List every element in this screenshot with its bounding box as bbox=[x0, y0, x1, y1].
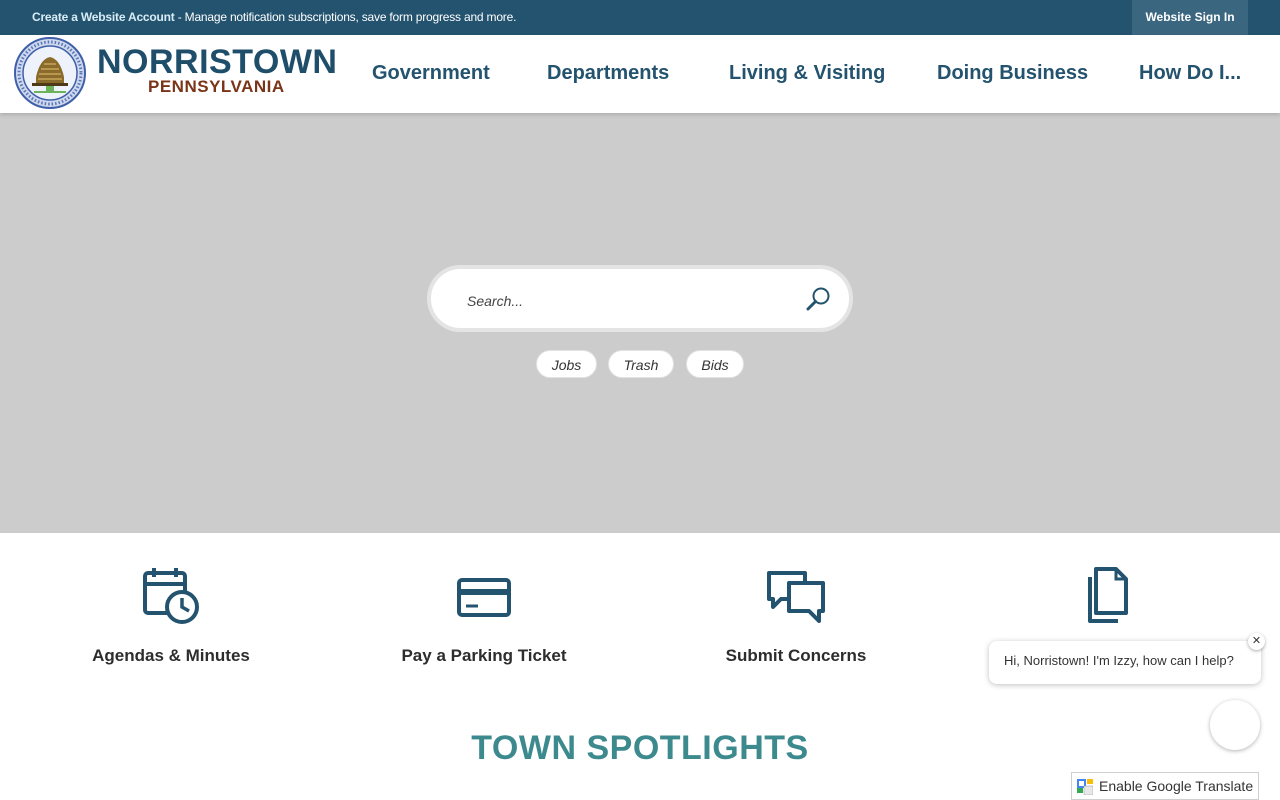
nav-living-visiting[interactable]: Living & Visiting bbox=[729, 35, 885, 111]
top-utility-bar: Create a Website Account - Manage notifi… bbox=[0, 0, 1280, 35]
chip-trash[interactable]: Trash bbox=[608, 350, 674, 378]
brand-subtitle: PENNSYLVANIA bbox=[148, 77, 285, 96]
quicklink-label: Pay a Parking Ticket bbox=[401, 646, 567, 665]
google-translate-icon bbox=[1077, 779, 1093, 795]
chat-greeting-bubble[interactable]: Hi, Norristown! I'm Izzy, how can I help… bbox=[989, 641, 1261, 684]
quicklink-label: Agendas & Minutes bbox=[92, 646, 250, 665]
documents-icon bbox=[1088, 567, 1128, 623]
google-translate-button[interactable]: Enable Google Translate bbox=[1071, 772, 1259, 800]
chip-jobs[interactable]: Jobs bbox=[536, 350, 597, 378]
chat-launcher-button[interactable] bbox=[1210, 700, 1260, 750]
create-account-description: - Manage notification subscriptions, sav… bbox=[174, 10, 517, 24]
create-account-link[interactable]: Create a Website Account bbox=[32, 10, 175, 24]
website-sign-in-button[interactable]: Website Sign In bbox=[1132, 0, 1248, 35]
municipal-seal-icon[interactable] bbox=[14, 37, 86, 109]
town-spotlights-heading: TOWN SPOTLIGHTS bbox=[471, 729, 809, 767]
translate-label: Enable Google Translate bbox=[1099, 778, 1254, 794]
hero-banner: Jobs Trash Bids bbox=[0, 113, 1280, 533]
chip-bids[interactable]: Bids bbox=[686, 350, 744, 378]
create-account-notice: Create a Website Account - Manage notifi… bbox=[32, 0, 516, 35]
quicklink-label: Submit Concerns bbox=[725, 646, 867, 665]
nav-departments[interactable]: Departments bbox=[547, 35, 669, 111]
calendar-clock-icon bbox=[143, 568, 199, 624]
nav-government[interactable]: Government bbox=[372, 35, 490, 111]
close-icon[interactable]: ✕ bbox=[1248, 633, 1265, 650]
quicklink-agendas-minutes[interactable]: Agendas & Minutes bbox=[56, 565, 286, 665]
search-box bbox=[427, 265, 853, 332]
nav-doing-business[interactable]: Doing Business bbox=[937, 35, 1088, 111]
nav-how-do-i[interactable]: How Do I... bbox=[1139, 35, 1241, 111]
quicklink-documents[interactable] bbox=[994, 565, 1224, 627]
credit-card-icon bbox=[457, 578, 511, 617]
search-icon[interactable] bbox=[803, 285, 833, 315]
quicklink-submit-concerns[interactable]: Submit Concerns bbox=[681, 565, 911, 665]
quicklink-pay-parking-ticket[interactable]: Pay a Parking Ticket bbox=[369, 565, 599, 665]
chat-bubbles-icon bbox=[767, 571, 825, 623]
site-header: NORRISTOWN PENNSYLVANIA Government Depar… bbox=[0, 35, 1280, 113]
search-input[interactable] bbox=[465, 287, 789, 315]
